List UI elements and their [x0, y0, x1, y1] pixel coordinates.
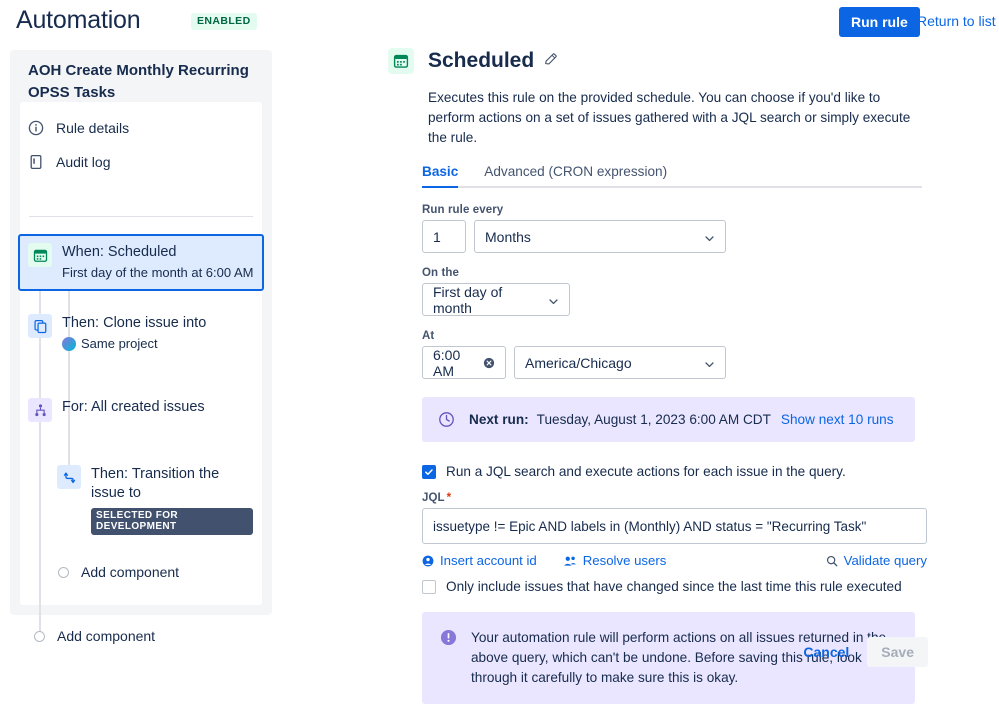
component-title: For: All created issues	[62, 399, 205, 415]
show-next-runs-link[interactable]: Show next 10 runs	[781, 412, 894, 427]
run-rule-every-row: 1 Months	[422, 220, 948, 253]
component-title: Then: Clone issue into	[62, 315, 207, 331]
jql-label-text: JQL	[422, 492, 445, 504]
info-icon	[28, 120, 44, 136]
person-icon	[422, 555, 434, 567]
component-subtitle-label: Same project	[81, 336, 158, 351]
save-button: Save	[867, 637, 928, 667]
calendar-icon	[388, 48, 414, 74]
at-time-value: 6:00 AM	[433, 346, 461, 379]
at-time-input[interactable]: 6:00 AM	[422, 346, 506, 379]
jql-search-checkbox-label: Run a JQL search and execute actions for…	[446, 464, 846, 479]
jql-field-label: JQL *	[422, 492, 948, 504]
form-footer: Cancel Save	[388, 637, 928, 667]
main-panel: Scheduled Executes this rule on the prov…	[388, 48, 948, 704]
sidebar-divider	[29, 216, 253, 217]
resolve-users-link[interactable]: Resolve users	[563, 553, 667, 568]
clear-icon[interactable]	[483, 357, 495, 369]
on-the-label: On the	[422, 267, 460, 279]
add-component-label: Add component	[81, 564, 180, 580]
jql-search-checkbox[interactable]	[422, 464, 436, 479]
sidebar-item-label: Audit log	[56, 154, 111, 170]
clock-icon	[438, 411, 455, 428]
component-subtitle: First day of the month at 6:00 AM	[62, 265, 254, 280]
interval-unit-select[interactable]: Months	[474, 220, 726, 253]
only-changed-checkbox-label: Only include issues that have changed si…	[446, 579, 902, 594]
tab-bar: Basic Advanced (CRON expression)	[422, 162, 922, 188]
component-title: When: Scheduled	[62, 244, 177, 260]
component-clone-issue[interactable]: Then: Clone issue into Same project	[28, 314, 254, 353]
return-to-list-link[interactable]: Return to list	[917, 13, 996, 29]
add-component-label: Add component	[57, 628, 156, 644]
interval-input[interactable]: 1	[422, 220, 466, 253]
chevron-down-icon	[704, 357, 715, 368]
component-for-all-created-issues[interactable]: For: All created issues	[28, 398, 254, 422]
jql-search-checkbox-row[interactable]: Run a JQL search and execute actions for…	[422, 464, 948, 479]
schedule-form: Run rule every 1 Months On the First day…	[422, 204, 948, 704]
calendar-icon	[28, 243, 52, 267]
rule-component-card: Rule details Audit log When: Scheduled F…	[18, 102, 264, 644]
timeline-branch	[68, 277, 70, 477]
at-row: 6:00 AM America/Chicago	[422, 346, 948, 379]
validate-query-link[interactable]: Validate query	[826, 553, 927, 568]
component-title: Scheduled	[428, 49, 535, 72]
chevron-down-icon	[704, 231, 715, 242]
add-component-dot-icon	[34, 630, 45, 642]
tab-advanced-cron[interactable]: Advanced (CRON expression)	[484, 164, 667, 188]
project-avatar-icon	[62, 337, 76, 351]
rule-name: AOH Create Monthly Recurring OPSS Tasks	[28, 62, 249, 101]
cancel-button[interactable]: Cancel	[793, 637, 859, 667]
timeline-trunk	[39, 252, 41, 634]
search-icon	[826, 555, 838, 567]
component-when-scheduled[interactable]: When: Scheduled First day of the month a…	[18, 234, 264, 291]
insert-account-id-label: Insert account id	[440, 553, 537, 568]
status-badge: ENABLED	[191, 13, 257, 30]
required-asterisk: *	[446, 492, 452, 504]
component-subtitle: Same project	[62, 335, 206, 353]
run-rule-button[interactable]: Run rule	[839, 7, 920, 37]
run-rule-every-label: Run rule every	[422, 204, 504, 216]
component-title: Then: Transition the issue to	[91, 466, 220, 501]
page-title: Automation	[16, 6, 141, 34]
at-label: At	[422, 330, 435, 342]
sidebar-item-rule-details[interactable]: Rule details	[28, 114, 254, 142]
add-component-root-button[interactable]: Add component	[34, 628, 155, 644]
pencil-icon[interactable]	[543, 49, 559, 73]
next-run-label: Next run:	[469, 412, 529, 427]
tab-basic[interactable]: Basic	[422, 164, 459, 188]
chevron-down-icon	[548, 294, 559, 305]
add-component-nested-button[interactable]: Add component	[58, 564, 179, 580]
sidebar-item-label: Rule details	[56, 120, 130, 136]
on-the-value: First day of month	[433, 283, 503, 316]
component-header: Scheduled	[388, 48, 948, 74]
rule-sidebar: AOH Create Monthly Recurring OPSS Tasks …	[10, 50, 272, 644]
component-transition-issue[interactable]: Then: Transition the issue to SELECTED F…	[57, 465, 253, 535]
add-component-dot-icon	[58, 566, 69, 578]
copy-icon	[28, 314, 52, 338]
component-description: Executes this rule on the provided sched…	[428, 90, 911, 145]
next-run-banner: Next run: Tuesday, August 1, 2023 6:00 A…	[422, 397, 915, 442]
transition-icon	[57, 465, 81, 489]
transition-status-lozenge: SELECTED FOR DEVELOPMENT	[91, 508, 253, 535]
top-bar: Automation ENABLED Run rule Return to li…	[0, 0, 999, 44]
audit-log-icon	[28, 154, 44, 170]
on-the-select[interactable]: First day of month	[422, 283, 570, 316]
timezone-value: America/Chicago	[525, 354, 632, 371]
interval-unit-value: Months	[485, 228, 531, 245]
branch-icon	[28, 398, 52, 422]
jql-input[interactable]: issuetype != Epic AND labels in (Monthly…	[422, 508, 927, 544]
resolve-users-label: Resolve users	[582, 553, 667, 568]
validate-query-label: Validate query	[843, 553, 927, 568]
jql-action-bar: Insert account id Resolve users Validate…	[422, 553, 927, 568]
insert-account-id-link[interactable]: Insert account id	[422, 553, 537, 568]
timezone-select[interactable]: America/Chicago	[514, 346, 726, 379]
sidebar-item-audit-log[interactable]: Audit log	[28, 148, 254, 176]
people-icon	[563, 555, 577, 567]
only-changed-checkbox[interactable]	[422, 579, 436, 594]
next-run-value: Tuesday, August 1, 2023 6:00 AM CDT	[536, 412, 771, 427]
only-changed-checkbox-row[interactable]: Only include issues that have changed si…	[422, 579, 948, 594]
